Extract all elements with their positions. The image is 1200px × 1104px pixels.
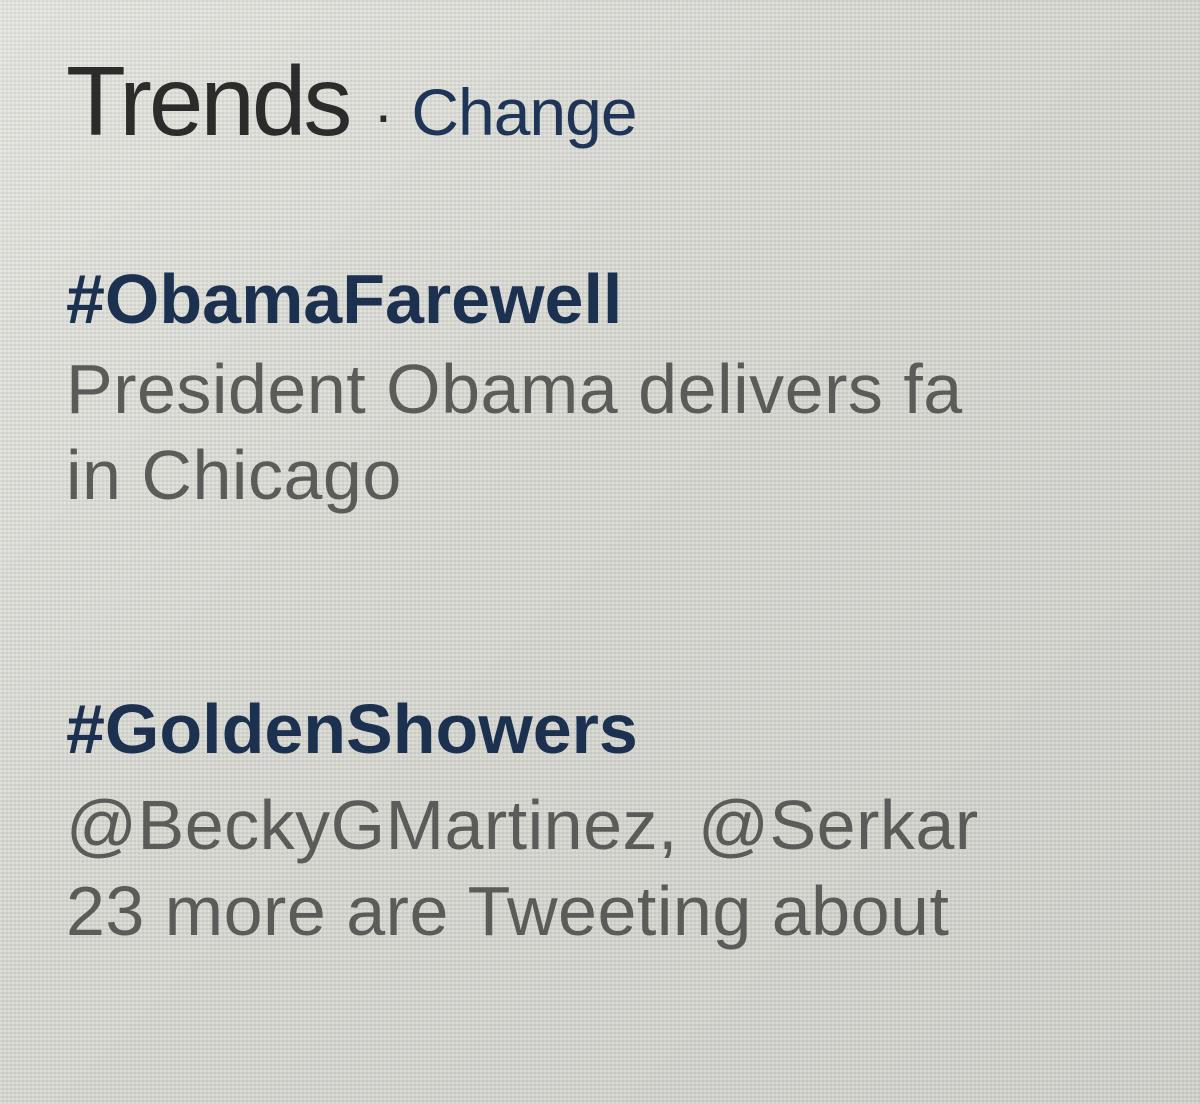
trends-header: Trends · Change (66, 50, 1200, 153)
trend-description-line: 23 more are Tweeting about (66, 872, 950, 950)
change-location-link[interactable]: Change (411, 74, 637, 150)
trends-title: Trends (66, 50, 352, 156)
header-separator: · (373, 81, 394, 148)
trend-item[interactable]: #GoldenShowers @BeckyGMartinez, @Serkar … (66, 686, 979, 954)
trend-hashtag-link[interactable]: #ObamaFarewell (66, 256, 963, 342)
trend-hashtag-link[interactable]: #GoldenShowers (66, 686, 979, 772)
trends-module: Trends · Change #ObamaFarewell President… (66, 50, 1200, 1104)
trend-description: @BeckyGMartinez, @Serkar 23 more are Twe… (66, 782, 979, 954)
trend-description: President Obama delivers fa in Chicago (66, 346, 963, 518)
trend-description-line: @BeckyGMartinez, @Serkar (66, 786, 979, 864)
trend-item[interactable]: #ObamaFarewell President Obama delivers … (66, 256, 963, 518)
trend-description-line: President Obama delivers fa (66, 350, 963, 428)
trend-description-line: in Chicago (66, 436, 402, 514)
